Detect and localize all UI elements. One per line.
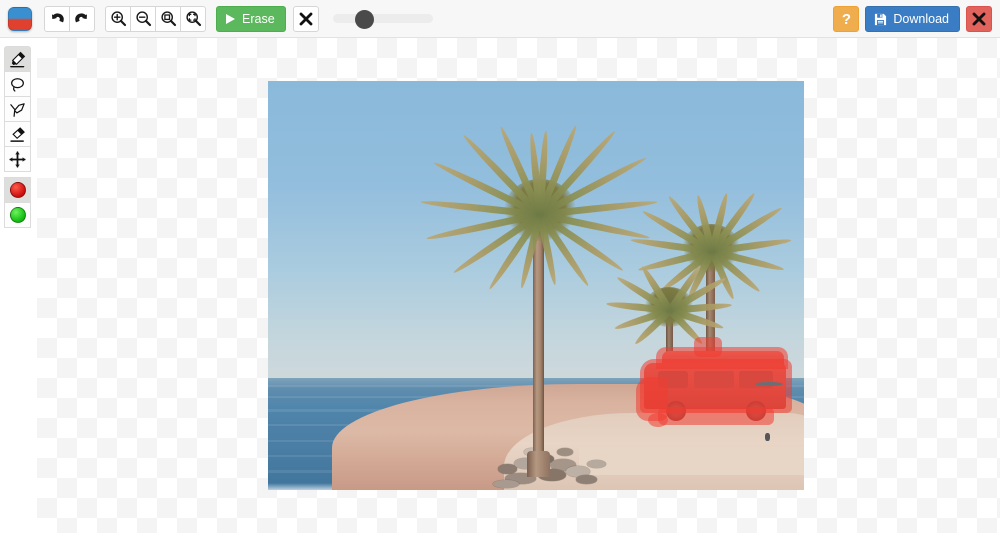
undo-button[interactable] (44, 5, 70, 32)
erase-button-label: Erase (242, 11, 275, 26)
redo-icon (75, 12, 87, 22)
close-button[interactable] (966, 6, 992, 32)
close-icon (972, 12, 986, 26)
zoom-actual-size-button[interactable] (155, 5, 181, 32)
selection-mask (648, 413, 668, 427)
polygon-lasso-tool-button[interactable] (4, 96, 31, 122)
erase-button[interactable]: Erase (216, 5, 286, 32)
lasso-icon (11, 77, 24, 92)
undo-icon (52, 12, 64, 22)
editor-image[interactable] (268, 81, 804, 490)
zoom-button-group (105, 5, 206, 32)
selection-mask (658, 407, 774, 425)
camper-van[interactable] (636, 337, 798, 433)
bird (765, 433, 770, 441)
marker-icon (10, 51, 26, 67)
selection-mask (694, 337, 722, 357)
brush-size-thumb[interactable] (354, 9, 374, 29)
tool-rail (4, 46, 31, 228)
image-eraser-app: Erase ? Download (0, 0, 1000, 533)
zoom-fit-button[interactable] (180, 5, 206, 32)
close-x-icon (299, 12, 313, 25)
palm-trunk-base (527, 451, 550, 477)
download-button-label: Download (893, 12, 949, 26)
toolbar-left-group: Erase (0, 5, 433, 32)
redo-button[interactable] (69, 5, 95, 32)
app-logo-icon (8, 6, 32, 31)
move-tool-button[interactable] (4, 146, 31, 172)
polygon-lasso-icon (10, 102, 25, 117)
clear-mask-button[interactable] (292, 5, 319, 32)
toolbar-right-group: ? Download (833, 0, 992, 38)
zoom-out-icon (135, 11, 151, 27)
color-swatch-green-dot (9, 207, 26, 223)
help-button-label: ? (841, 10, 851, 28)
help-button[interactable]: ? (833, 6, 860, 32)
brush-size-slider[interactable] (332, 6, 433, 32)
save-disk-icon (875, 13, 887, 25)
zoom-out-button[interactable] (130, 5, 156, 32)
color-swatch-red-dot (9, 182, 26, 198)
canvas-area[interactable] (37, 38, 1000, 533)
top-toolbar: Erase ? Download (0, 0, 1000, 38)
palm-trunk (533, 211, 544, 476)
move-arrows-icon (9, 150, 26, 168)
eraser-icon (10, 126, 25, 142)
zoom-in-button[interactable] (105, 5, 131, 32)
lasso-tool-button[interactable] (4, 71, 31, 97)
zoom-fit-icon (185, 11, 201, 27)
color-swatch-red[interactable] (4, 177, 31, 203)
bird-wing (755, 382, 783, 386)
color-swatch-green[interactable] (4, 202, 31, 228)
marker-tool-button[interactable] (4, 46, 31, 72)
brush-size-track[interactable] (332, 14, 433, 23)
download-button[interactable]: Download (865, 6, 960, 32)
play-icon (226, 13, 235, 24)
eraser-tool-button[interactable] (4, 121, 31, 147)
zoom-actual-size-icon (160, 11, 176, 27)
zoom-in-icon (110, 11, 126, 27)
history-button-group (44, 5, 95, 32)
